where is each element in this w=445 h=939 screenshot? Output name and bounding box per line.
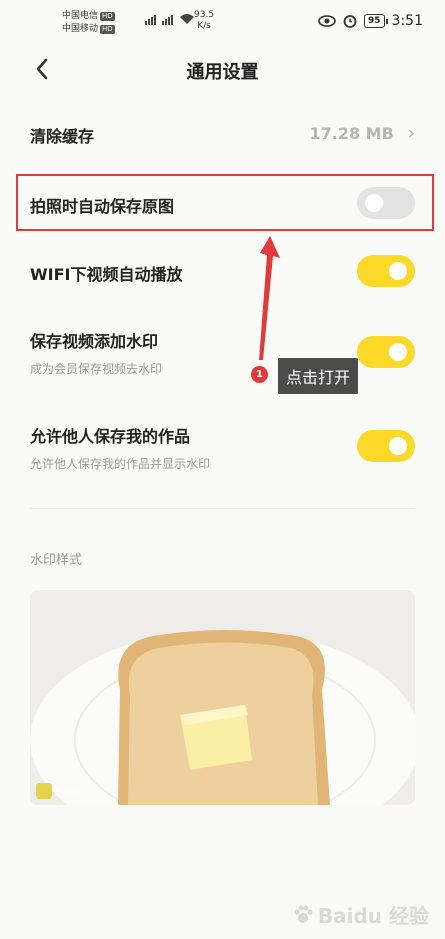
watermark-preview-image: 黄油相机: [30, 590, 415, 805]
app-watermark-text: 黄油相机: [55, 787, 83, 795]
status-bar: 中国电信 HD 中国移动 HD 93.5 K/s 95 3:51: [0, 0, 445, 44]
divider: [30, 508, 415, 509]
app-logo-icon: [36, 783, 52, 799]
wifi-autoplay-toggle[interactable]: [357, 255, 415, 287]
battery-icon: 95: [364, 14, 388, 28]
signal-icon: [162, 15, 173, 25]
carrier-info: 中国电信 HD 中国移动 HD: [62, 10, 115, 36]
signal-icons: [145, 13, 195, 25]
toggle-knob: [389, 437, 407, 455]
annotation-tooltip: 点击打开: [278, 358, 359, 394]
hd-badge: HD: [100, 25, 115, 34]
watermark-style-label: 水印样式: [30, 553, 83, 568]
baidu-watermark: Baidu 经验: [292, 900, 429, 929]
step-number-badge: 1: [251, 366, 268, 383]
allow-save-sublabel: 允许他人保存我的作品并显示水印: [30, 457, 211, 471]
net-speed-value: 93.5: [194, 10, 215, 20]
net-speed-unit: K/s: [197, 21, 211, 31]
hd-badge: HD: [100, 12, 115, 21]
app-watermark-badge: 黄油相机: [36, 783, 83, 799]
signal-icon: [145, 15, 156, 25]
wifi-icon: [180, 14, 194, 24]
watermark-toggle[interactable]: [357, 336, 415, 368]
page-title: 通用设置: [186, 62, 259, 83]
carrier-1: 中国电信: [62, 11, 99, 21]
carrier-2: 中国移动: [62, 24, 99, 34]
toast-illustration: [30, 630, 415, 805]
paw-icon: [294, 905, 313, 923]
annotation-arrow-icon: [259, 236, 280, 360]
toggle-knob: [389, 262, 407, 280]
net-speed: 93.5 K/s: [194, 10, 214, 32]
annotation-highlight-box: [16, 174, 434, 231]
clock: 3:51: [391, 13, 423, 29]
cache-size-value: 17.28 MB: [309, 124, 394, 143]
eye-icon: [318, 15, 336, 27]
chevron-right-icon: ›: [407, 123, 415, 144]
clear-cache-row[interactable]: 清除缓存 17.28 MB ›: [30, 123, 415, 147]
cache-size: 17.28 MB ›: [310, 123, 416, 144]
toggle-knob: [389, 343, 407, 361]
status-right: 95 3:51: [318, 13, 423, 29]
baidu-watermark-text: Baidu 经验: [317, 904, 429, 928]
allow-save-toggle[interactable]: [357, 430, 415, 462]
alarm-icon: [343, 15, 357, 28]
